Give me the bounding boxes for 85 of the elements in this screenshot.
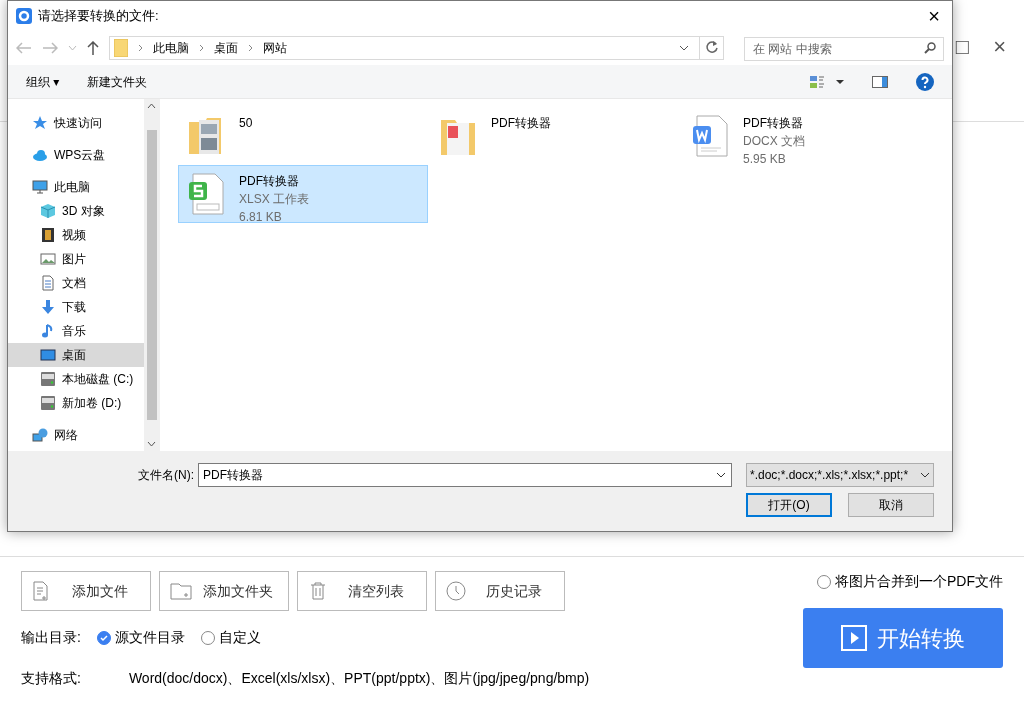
merge-option[interactable]: 将图片合并到一个PDF文件 [817,571,1003,592]
doc-icon [40,275,56,291]
preview-pane-icon[interactable] [872,75,888,88]
file-type: DOCX 文档 [743,133,805,150]
start-convert-button[interactable]: 开始转换 [803,608,1003,668]
chevron-down-icon [920,472,930,478]
file-size: 5.95 KB [743,151,787,168]
search-field[interactable]: 在 网站 中搜索 [744,37,944,61]
up-arrow-icon[interactable] [87,41,99,55]
sidebar-item[interactable]: 网络 [8,423,144,447]
file-type: XLSX 工作表 [239,191,310,208]
maximize-button[interactable]: □ [951,35,974,58]
film-icon [40,227,56,243]
sidebar-item[interactable]: 视频 [8,223,144,247]
document-icon [691,114,731,158]
chevron-down-icon [679,45,689,51]
dialog-title: 请选择要转换的文件: [38,7,160,26]
sidebar-item[interactable]: 快速访问 [8,111,144,135]
scrollbar[interactable] [143,99,160,451]
sidebar-item[interactable]: 新加卷 (D:) [8,391,144,415]
sidebar-item[interactable]: 本地磁盘 (C:) [8,367,144,391]
download-icon [40,299,56,315]
scroll-up-icon[interactable] [147,103,157,109]
organize-menu[interactable]: 组织 ▾ [26,72,60,91]
cube-icon [40,203,56,219]
close-button[interactable]: × [924,6,944,26]
desktop-icon [40,347,56,363]
search-icon [924,42,936,54]
document-icon [187,172,227,216]
file-name: PDF转换器 [491,115,551,132]
breadcrumb[interactable]: 桌面 [214,39,238,57]
output-label: 输出目录: [21,628,81,647]
chevron-down-icon [716,472,726,478]
radio-option[interactable]: 自定义 [200,627,261,648]
play-icon [841,625,867,651]
filename-label: 文件名(N): [138,467,194,484]
filename-field[interactable]: PDF转换器 [198,463,732,487]
star-icon [32,115,48,131]
file-item[interactable]: 50 [178,107,428,165]
image-icon [40,251,56,267]
scroll-down-icon[interactable] [147,441,157,447]
sidebar-item[interactable]: 下载 [8,295,144,319]
breadcrumb[interactable]: 网站 [263,39,287,57]
formats-label: 支持格式: [21,669,81,688]
file-size: 6.81 KB [239,209,283,226]
radio-option[interactable]: 源文件目录 [96,627,185,648]
file-name: PDF转换器 [239,173,300,190]
sidebar-item[interactable]: WPS云盘 [8,143,144,167]
chevron-right-icon [138,44,143,52]
cloud-icon [32,147,48,163]
cancel-button[interactable]: 取消 [848,493,934,517]
formats-text: Word(doc/docx)、Excel(xls/xlsx)、PPT(ppt/pptx)、图片(jpg/jpeg/png/bmp) [128,669,590,688]
tool-button[interactable]: 清空列表 [297,571,427,611]
sidebar-item[interactable]: 图片 [8,247,144,271]
sidebar-item[interactable]: 此电脑 [8,175,144,199]
file-item[interactable]: PDF转换器 [430,107,680,165]
folder-icon [114,39,128,57]
tool-button[interactable]: 历史记录 [435,571,565,611]
drive-icon [40,371,56,387]
file-name: PDF转换器 [743,115,804,132]
tool-button[interactable]: 添加文件 [21,571,151,611]
sidebar-item[interactable]: 文档 [8,271,144,295]
file-item[interactable]: PDF转换器 XLSX 工作表 6.81 KB [178,165,428,223]
pc-icon [32,179,48,195]
address-bar[interactable]: 此电脑 桌面 网站 [109,36,724,60]
sidebar-item[interactable]: 3D 对象 [8,199,144,223]
network-icon [32,427,48,443]
chevron-right-icon [248,44,253,52]
sidebar-item[interactable]: 桌面 [8,343,144,367]
clock-icon [446,581,468,601]
open-button[interactable]: 打开(O) [746,493,832,517]
app-icon [16,8,32,24]
chevron-right-icon [199,44,204,52]
drive-icon [40,395,56,411]
breadcrumb[interactable]: 此电脑 [153,39,189,57]
file-type-dropdown[interactable]: *.doc;*.docx;*.xls;*.xlsx;*.ppt;* [746,463,934,487]
close-button[interactable]: × [989,35,1010,58]
file-name: 50 [239,115,253,132]
file-item[interactable]: PDF转换器 DOCX 文档 5.95 KB [682,107,932,165]
tool-button[interactable]: 添加文件夹 [159,571,289,611]
folder-icon [170,581,192,601]
sidebar-item[interactable]: 音乐 [8,319,144,343]
view-options-icon[interactable] [810,74,844,89]
help-icon[interactable] [916,72,934,91]
new-folder-button[interactable]: 新建文件夹 [87,72,782,91]
